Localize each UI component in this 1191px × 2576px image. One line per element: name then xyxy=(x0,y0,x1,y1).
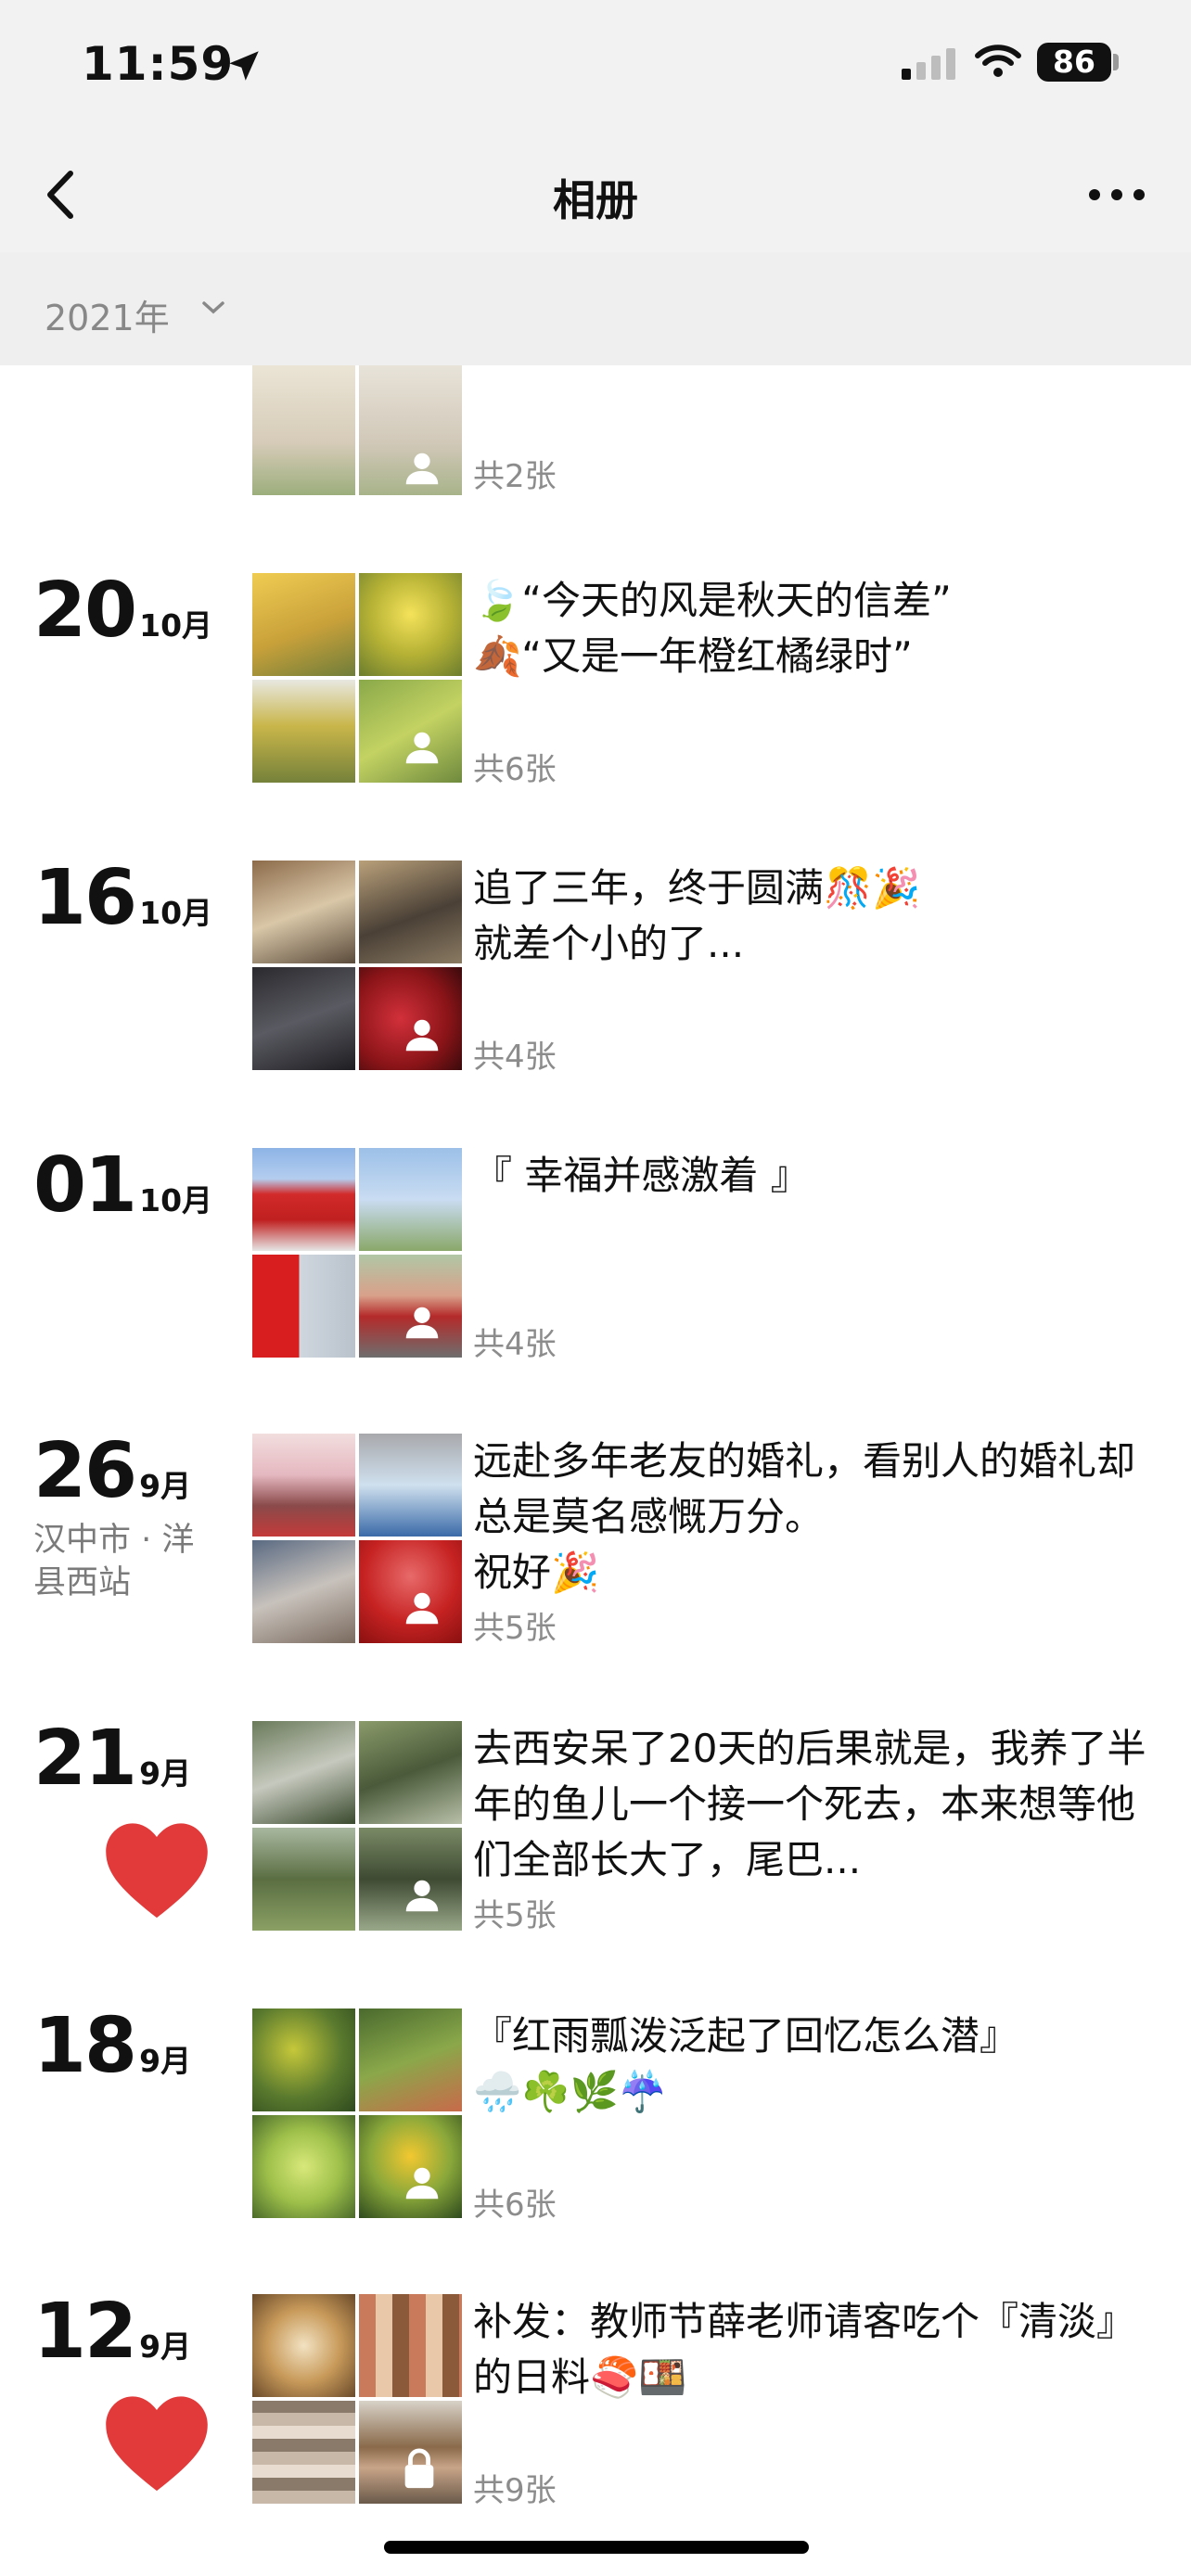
people-icon xyxy=(405,1592,439,1625)
photo-thumbnail[interactable] xyxy=(252,2294,355,2397)
photo-thumbnail[interactable] xyxy=(359,1434,462,1537)
status-bar: 11:59 86 xyxy=(0,0,1191,139)
people-icon xyxy=(405,1880,439,1912)
year-label[interactable]: 2021年 xyxy=(45,289,170,340)
photo-count: 共5张 xyxy=(473,1897,557,1934)
photo-thumbnail[interactable] xyxy=(359,1721,462,1824)
photo-thumbnail[interactable] xyxy=(252,1255,355,1358)
photo-grid[interactable] xyxy=(252,861,462,1070)
entry-caption-text: 『 幸福并感激着 』 xyxy=(473,1153,810,1198)
entry-caption: 『 幸福并感激着 』 xyxy=(473,1148,1164,1204)
entry-month: 10月 xyxy=(139,1182,213,1218)
photo-thumbnail[interactable] xyxy=(252,573,355,676)
entry-caption: 『红雨瓢泼泛起了回忆怎么潜』 🌧️☘️🌿☔️ xyxy=(473,2009,1164,2120)
more-icon[interactable] xyxy=(1085,167,1150,223)
entry-caption: 追了三年，终于圆满🎊🎉 就差个小的了... xyxy=(473,861,1164,972)
entry-date: 01 10月 xyxy=(33,1148,212,1231)
photo-thumbnail[interactable] xyxy=(252,967,355,1070)
entry-day: 26 xyxy=(33,1427,137,1515)
entry-date: 18 9月 xyxy=(33,2009,191,2092)
entry-location: 汉中市 · 洋县西站 xyxy=(33,1522,195,1601)
entry-date: 16 10月 xyxy=(33,861,212,944)
photo-thumbnail[interactable] xyxy=(252,1148,355,1251)
entry-day: 12 xyxy=(33,2288,137,2376)
entry-caption: 🍃“今天的风是秋天的信差” 🍂“又是一年橙红橘绿时” xyxy=(473,573,1164,684)
entry-caption-text: 去西安呆了20天的后果就是，我养了半年的鱼儿一个接一个死去，本来想等他们全部长大… xyxy=(473,1726,1146,1882)
entry-caption: 去西安呆了20天的后果就是，我养了半年的鱼儿一个接一个死去，本来想等他们全部长大… xyxy=(473,1721,1164,1888)
entry-month: 10月 xyxy=(139,895,213,931)
people-icon xyxy=(405,1019,439,1052)
photo-count: 共9张 xyxy=(473,2472,557,2509)
photo-thumbnail[interactable] xyxy=(252,365,355,495)
photo-thumbnail[interactable] xyxy=(252,1434,355,1537)
photo-thumbnail[interactable] xyxy=(359,2294,462,2397)
photo-thumbnail[interactable] xyxy=(359,2009,462,2111)
home-indicator[interactable] xyxy=(384,2541,809,2554)
photo-count: 共2张 xyxy=(473,458,557,495)
entry-caption-text: 『红雨瓢泼泛起了回忆怎么潜』 🌧️☘️🌿☔️ xyxy=(473,2013,1019,2114)
photo-thumbnail[interactable] xyxy=(252,2115,355,2218)
heart-icon xyxy=(106,1823,208,1919)
photo-grid[interactable] xyxy=(252,2009,462,2218)
people-icon xyxy=(405,2167,439,2200)
heart-icon xyxy=(106,2396,208,2492)
photo-count: 共4张 xyxy=(473,1039,557,1076)
entry-month: 9月 xyxy=(139,1468,192,1504)
photo-thumbnail[interactable] xyxy=(252,1721,355,1824)
entry-caption-text: 🍃“今天的风是秋天的信差” 🍂“又是一年橙红橘绿时” xyxy=(473,578,952,679)
photo-thumbnail[interactable] xyxy=(252,1828,355,1931)
photo-thumbnail[interactable] xyxy=(359,573,462,676)
entry-date: 12 9月 xyxy=(33,2294,191,2378)
photo-thumbnail[interactable] xyxy=(252,2009,355,2111)
entry-day: 20 xyxy=(33,567,137,655)
entry-day: 01 xyxy=(33,1141,137,1230)
photo-thumbnail[interactable] xyxy=(359,861,462,963)
entry-month: 9月 xyxy=(139,2043,192,2079)
nav-bar: 相册 xyxy=(0,139,1191,253)
entry-day: 18 xyxy=(33,2002,137,2090)
entry-caption-text: 远赴多年老友的婚礼，看别人的婚礼却总是莫名感慨万分。 祝好🎉 xyxy=(473,1438,1136,1595)
photo-count: 共5张 xyxy=(473,1610,557,1647)
entry-month: 9月 xyxy=(139,1755,192,1792)
entry-date: 20 10月 xyxy=(33,573,212,657)
photo-grid[interactable] xyxy=(252,1434,462,1643)
signal-icon xyxy=(902,48,955,80)
people-icon xyxy=(405,1307,439,1339)
photo-thumbnail[interactable] xyxy=(252,861,355,963)
entry-caption-text: 追了三年，终于圆满🎊🎉 就差个小的了... xyxy=(473,865,921,966)
page-title: 相册 xyxy=(553,175,638,225)
entry-day: 16 xyxy=(33,854,137,942)
wifi-icon xyxy=(975,45,1021,77)
entry-date: 21 9月 xyxy=(33,1721,191,1804)
entry-day: 21 xyxy=(33,1715,137,1803)
location-arrow-icon xyxy=(229,51,259,81)
chevron-down-icon[interactable] xyxy=(200,299,226,317)
photo-grid[interactable] xyxy=(252,365,462,495)
year-filter[interactable]: 2021年 xyxy=(0,252,1191,365)
people-icon xyxy=(405,453,439,485)
photo-grid[interactable] xyxy=(252,573,462,783)
battery-indicator: 86 xyxy=(1037,43,1111,82)
entry-month: 10月 xyxy=(139,607,213,644)
entry-date: 26 9月 xyxy=(33,1434,191,1517)
people-icon xyxy=(405,732,439,764)
status-time: 11:59 xyxy=(82,37,235,91)
entry-caption: 远赴多年老友的婚礼，看别人的婚礼却总是莫名感慨万分。 祝好🎉 xyxy=(473,1434,1164,1600)
photo-count: 共4张 xyxy=(473,1326,557,1363)
photo-thumbnail[interactable] xyxy=(252,680,355,783)
photo-grid[interactable] xyxy=(252,1148,462,1358)
photo-count: 共6张 xyxy=(473,2187,557,2224)
photo-count: 共6张 xyxy=(473,751,557,788)
entry-caption: 补发：教师节薛老师请客吃个『清淡』的日料🍣🍱 xyxy=(473,2294,1164,2405)
entry-month: 9月 xyxy=(139,2328,192,2365)
photo-thumbnail[interactable] xyxy=(252,1540,355,1643)
photo-grid[interactable] xyxy=(252,2294,462,2504)
entry-caption-text: 补发：教师节薛老师请客吃个『清淡』的日料🍣🍱 xyxy=(473,2299,1136,2400)
photo-thumbnail[interactable] xyxy=(359,1148,462,1251)
lock-icon xyxy=(404,2448,434,2489)
photo-thumbnail[interactable] xyxy=(252,2401,355,2504)
battery-tip xyxy=(1113,54,1119,70)
photo-grid[interactable] xyxy=(252,1721,462,1931)
